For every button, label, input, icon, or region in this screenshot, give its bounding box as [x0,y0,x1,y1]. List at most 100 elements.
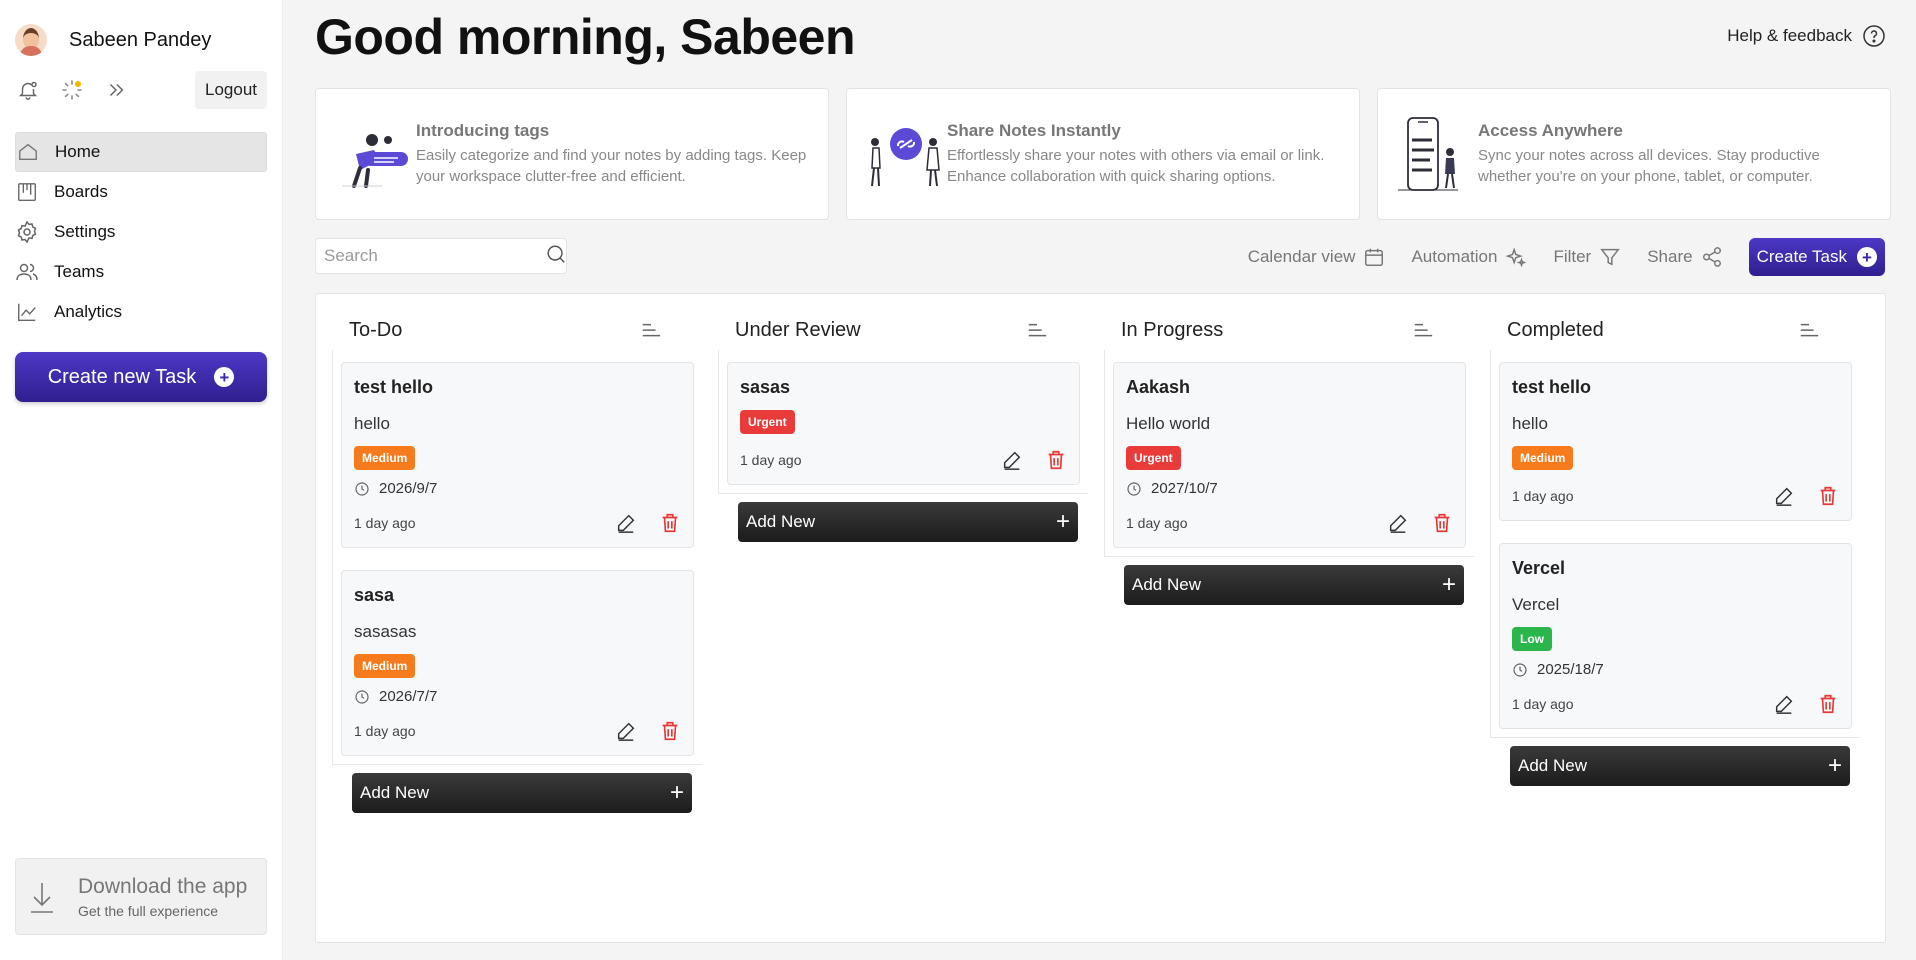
task-card[interactable]: sasa sasasas Medium 2026/7/7 1 day ago [341,570,694,756]
edit-icon[interactable] [1773,485,1795,507]
info-cards: Introducing tags Easily categorize and f… [315,88,1891,220]
task-ago: 1 day ago [1512,696,1574,712]
task-desc: hello [1512,414,1548,433]
plus-icon: + [669,779,684,806]
task-card[interactable]: sasas Urgent 1 day ago [727,362,1080,485]
task-date: 2026/7/7 [354,688,681,705]
task-footer: 1 day ago [740,448,1067,472]
sidebar-item-home[interactable]: Home [15,132,267,172]
logout-button[interactable]: Logout [195,71,267,109]
sort-icon[interactable] [1026,320,1048,342]
download-app-banner[interactable]: Download the app Get the full experience [15,858,267,935]
sidebar-item-boards[interactable]: Boards [15,172,267,212]
column-body: test hello hello Medium 1 day ago Vercel… [1490,350,1860,738]
help-feedback-link[interactable]: Help & feedback [1727,24,1886,48]
trash-icon[interactable] [1817,693,1839,715]
column-header: Completed [1490,310,1860,350]
column-todo: To-Do test hello hello Medium 2026/9/7 1… [332,310,702,813]
download-icon [28,877,56,917]
search-icon[interactable] [545,243,567,270]
task-date: 2026/9/7 [354,480,681,497]
task-ago: 1 day ago [354,515,416,531]
create-task-button[interactable]: Create Task + [1748,238,1885,276]
column-header: To-Do [332,310,702,350]
task-card[interactable]: test hello hello Medium 2026/9/7 1 day a… [341,362,694,548]
task-desc: hello [354,414,390,433]
task-date-value: 2026/9/7 [379,480,438,497]
avatar [15,24,47,56]
add-new-button[interactable]: Add New + [1124,565,1464,605]
filter-label: Filter [1553,247,1592,266]
trash-icon[interactable] [1431,512,1453,534]
add-new-label: Add New [360,783,429,802]
share-button[interactable]: Share [1647,246,1722,268]
priority-badge: Medium [354,654,416,678]
task-ago: 1 day ago [354,723,416,739]
add-new-button[interactable]: Add New + [352,773,692,813]
column-under-review: Under Review sasas Urgent 1 day ago Add … [718,310,1088,542]
trash-icon[interactable] [659,512,681,534]
edit-icon[interactable] [1001,449,1023,471]
bell-icon[interactable] [15,77,41,103]
plus-circle-icon: + [214,367,235,387]
add-new-button[interactable]: Add New + [738,502,1078,542]
clock-icon [354,481,370,497]
task-desc: Vercel [1512,595,1560,614]
task-card[interactable]: Vercel Vercel Low 2025/18/7 1 day ago [1499,543,1852,729]
task-card[interactable]: test hello hello Medium 1 day ago [1499,362,1852,521]
create-new-task-button[interactable]: Create new Task + [15,352,267,402]
sidebar-item-settings[interactable]: Settings [15,212,267,252]
priority-badge: Medium [1512,446,1574,470]
download-subtitle: Get the full experience [78,902,219,919]
priority-badge: Medium [354,446,416,470]
add-new-label: Add New [746,512,815,531]
sidebar-item-label: Analytics [54,302,123,321]
share-icon [1701,246,1723,268]
edit-icon[interactable] [1773,693,1795,715]
sidebar-item-analytics[interactable]: Analytics [15,292,267,332]
automation-label: Automation [1411,247,1498,266]
task-actions [979,449,1067,471]
search-input[interactable] [324,246,545,266]
task-desc: sasasas [354,622,417,641]
filter-icon [1599,246,1621,268]
task-date: 2025/18/7 [1512,661,1839,678]
sort-icon[interactable] [1412,320,1434,342]
loader-icon[interactable] [59,77,85,103]
sidebar-item-label: Home [55,142,101,161]
calendar-view-button[interactable]: Calendar view [1248,246,1386,268]
edit-icon[interactable] [1387,512,1409,534]
info-card-share: Share Notes Instantly Effortlessly share… [846,88,1360,220]
edit-icon[interactable] [615,720,637,742]
clock-icon [1512,662,1528,678]
automation-button[interactable]: Automation [1411,246,1527,268]
column-header: In Progress [1104,310,1474,350]
sort-icon[interactable] [1798,320,1820,342]
plus-icon: + [1441,571,1456,598]
calendar-icon [1363,246,1385,268]
task-date-value: 2026/7/7 [379,688,438,705]
task-ago: 1 day ago [740,452,802,468]
task-card[interactable]: Aakash Hello world Urgent 2027/10/7 1 da… [1113,362,1466,548]
sort-icon[interactable] [640,320,662,342]
chevrons-right-icon[interactable] [103,77,129,103]
info-card-desc: Easily categorize and find your notes by… [416,147,807,185]
trash-icon[interactable] [659,720,681,742]
edit-icon[interactable] [615,512,637,534]
sidebar-item-teams[interactable]: Teams [15,252,267,292]
column-title: In Progress [1121,318,1224,341]
sidebar-item-label: Boards [54,182,108,201]
task-name: sasas [740,377,791,397]
user-profile[interactable]: Sabeen Pandey [15,20,267,60]
trash-icon[interactable] [1045,449,1067,471]
tags-illustration [342,134,408,188]
filter-button[interactable]: Filter [1553,246,1621,268]
column-body: test hello hello Medium 2026/9/7 1 day a… [332,350,702,765]
add-new-button[interactable]: Add New + [1510,746,1850,786]
task-footer: 1 day ago [1126,511,1453,535]
create-task-label: Create Task [1756,247,1847,266]
create-new-task-label: Create new Task [47,365,197,388]
trash-icon[interactable] [1817,485,1839,507]
column-title: To-Do [349,318,403,341]
task-actions [593,720,681,742]
